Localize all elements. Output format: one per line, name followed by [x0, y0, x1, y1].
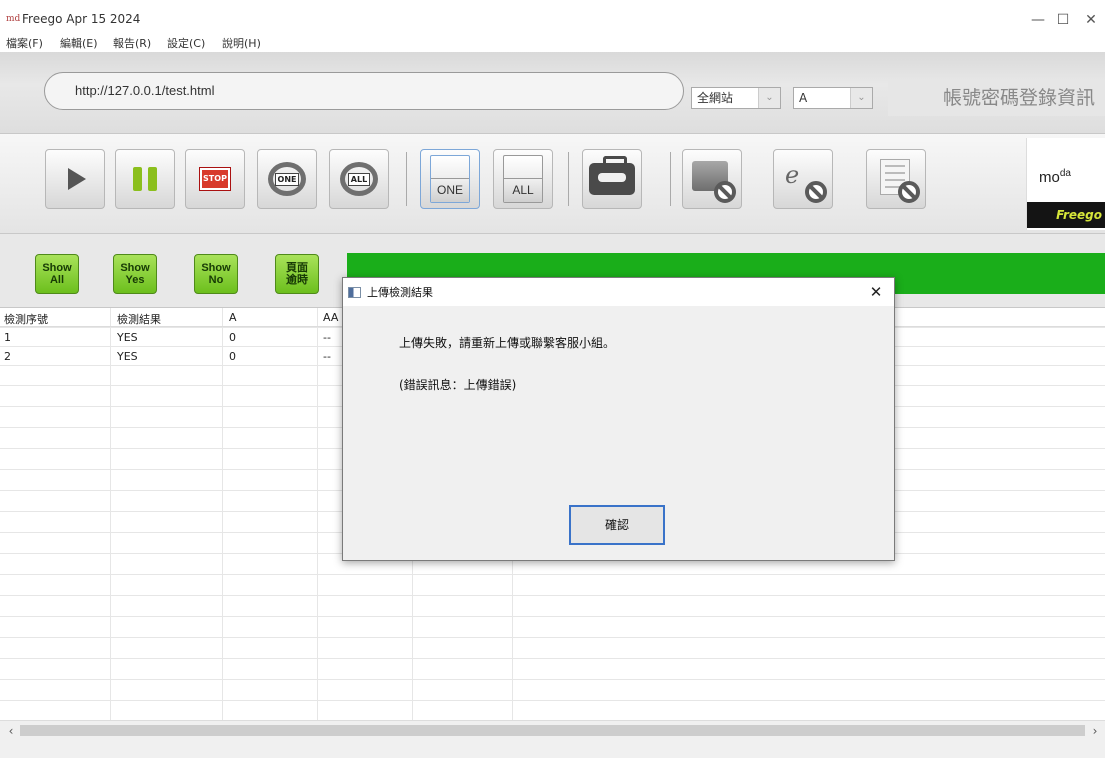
dialog-title: 上傳檢測結果: [367, 286, 433, 299]
tools-button[interactable]: [582, 149, 642, 209]
cell-a: 0: [229, 331, 236, 344]
toolbar-divider: [670, 152, 671, 206]
document-icon: ONE: [430, 155, 470, 203]
refresh-all-label: ALL: [347, 172, 371, 186]
refresh-one-label: ONE: [274, 172, 300, 186]
menu-edit[interactable]: 編輯(E): [60, 35, 98, 51]
main-toolbar: STOP ONE ALL ONE ALL e moda Freego: [0, 134, 1105, 234]
doc-one-label: ONE: [431, 178, 469, 202]
block-document-button[interactable]: [866, 149, 926, 209]
show-no-line2: No: [208, 274, 224, 286]
block-folder-button[interactable]: [682, 149, 742, 209]
check-all-pages-button[interactable]: ALL: [493, 149, 553, 209]
top-banner: [0, 0, 1105, 8]
page-timeout-button[interactable]: 頁面 逾時: [275, 254, 319, 294]
toolbar-divider: [568, 152, 569, 206]
level-select-value: A: [799, 91, 808, 105]
level-select[interactable]: A ⌄: [793, 87, 873, 109]
scope-select[interactable]: 全網站 ⌄: [691, 87, 781, 109]
stop-icon: STOP: [199, 167, 231, 191]
cell-serial: 2: [4, 350, 11, 363]
cell-result: YES: [117, 350, 138, 363]
chevron-down-icon: ⌄: [758, 88, 780, 108]
cell-serial: 1: [4, 331, 11, 344]
refresh-all-button[interactable]: ALL: [329, 149, 389, 209]
document-icon: ALL: [503, 155, 543, 203]
logo-moda: moda: [1039, 168, 1071, 186]
dialog-title-bar: 上傳檢測結果 ✕: [343, 278, 894, 306]
upload-result-dialog: 上傳檢測結果 ✕ 上傳失敗，請重新上傳或聯繫客服小組。 (錯誤訊息：上傳錯誤) …: [342, 277, 895, 561]
cell-aa: --: [323, 350, 331, 363]
close-window-button[interactable]: ✕: [1068, 8, 1105, 32]
show-no-line1: Show: [201, 262, 231, 274]
show-yes-line2: Yes: [125, 274, 145, 286]
cell-a: 0: [229, 350, 236, 363]
pause-button[interactable]: [115, 149, 175, 209]
page-timeout-line1: 頁面: [286, 262, 308, 274]
play-icon: [68, 168, 86, 190]
menu-settings[interactable]: 設定(C): [167, 35, 205, 51]
menu-bar: 檔案(F) 編輯(E) 報告(R) 設定(C) 說明(H): [0, 32, 1105, 52]
window-title: Freego Apr 15 2024: [22, 12, 141, 26]
folder-block-icon: [690, 159, 736, 203]
show-yes-line1: Show: [120, 262, 150, 274]
show-no-button[interactable]: Show No: [194, 254, 238, 294]
refresh-icon: ONE: [268, 162, 306, 196]
menu-help[interactable]: 說明(H): [222, 35, 261, 51]
scrollbar-thumb[interactable]: [20, 725, 1085, 736]
title-bar: md Freego Apr 15 2024 — ☐ ✕: [0, 8, 1105, 32]
moda-logo: moda Freego: [1026, 138, 1105, 230]
pause-icon: [133, 167, 157, 191]
check-one-page-button[interactable]: ONE: [420, 149, 480, 209]
dialog-close-button[interactable]: ✕: [863, 282, 889, 302]
show-all-line1: Show: [42, 262, 72, 274]
address-row: http://127.0.0.1/test.html 全網站 ⌄ A ⌄ 帳號密…: [0, 52, 1105, 134]
chevron-down-icon: ⌄: [850, 88, 872, 108]
toolbar-divider: [406, 152, 407, 206]
refresh-icon: ALL: [340, 162, 378, 196]
app-icon: md: [6, 14, 21, 24]
header-a[interactable]: A: [229, 311, 237, 324]
show-yes-button[interactable]: Show Yes: [113, 254, 157, 294]
header-serial[interactable]: 檢測序號: [4, 311, 48, 327]
block-browser-button[interactable]: e: [773, 149, 833, 209]
scope-select-value: 全網站: [697, 91, 734, 105]
refresh-one-button[interactable]: ONE: [257, 149, 317, 209]
account-password-info-button[interactable]: 帳號密碼登錄資訊: [888, 80, 1105, 116]
stop-button[interactable]: STOP: [185, 149, 245, 209]
browser-block-icon: e: [781, 159, 827, 203]
app-window: md Freego Apr 15 2024 — ☐ ✕ 檔案(F) 編輯(E) …: [0, 8, 1105, 758]
confirm-button[interactable]: 確認: [569, 505, 665, 545]
play-button[interactable]: [45, 149, 105, 209]
menu-report[interactable]: 報告(R): [113, 35, 151, 51]
toolbox-icon: [589, 156, 635, 195]
url-input[interactable]: http://127.0.0.1/test.html: [44, 72, 684, 110]
document-block-icon: [874, 159, 920, 203]
page-timeout-line2: 逾時: [286, 274, 308, 286]
doc-all-label: ALL: [504, 178, 542, 202]
horizontal-scrollbar[interactable]: ‹ ›: [0, 720, 1105, 740]
cell-result: YES: [117, 331, 138, 344]
show-all-button[interactable]: Show All: [35, 254, 79, 294]
menu-file[interactable]: 檔案(F): [6, 35, 43, 51]
header-result[interactable]: 檢測結果: [117, 311, 161, 327]
scroll-right-icon[interactable]: ›: [1086, 722, 1104, 740]
dialog-error-detail: (錯誤訊息：上傳錯誤): [399, 378, 517, 392]
window-icon: [348, 287, 361, 298]
cell-aa: --: [323, 331, 331, 344]
scroll-left-icon[interactable]: ‹: [2, 722, 20, 740]
dialog-message: 上傳失敗，請重新上傳或聯繫客服小組。: [399, 336, 616, 350]
show-all-line2: All: [49, 274, 65, 286]
header-aa[interactable]: AA: [323, 311, 338, 324]
logo-freego: Freego: [1027, 202, 1105, 228]
